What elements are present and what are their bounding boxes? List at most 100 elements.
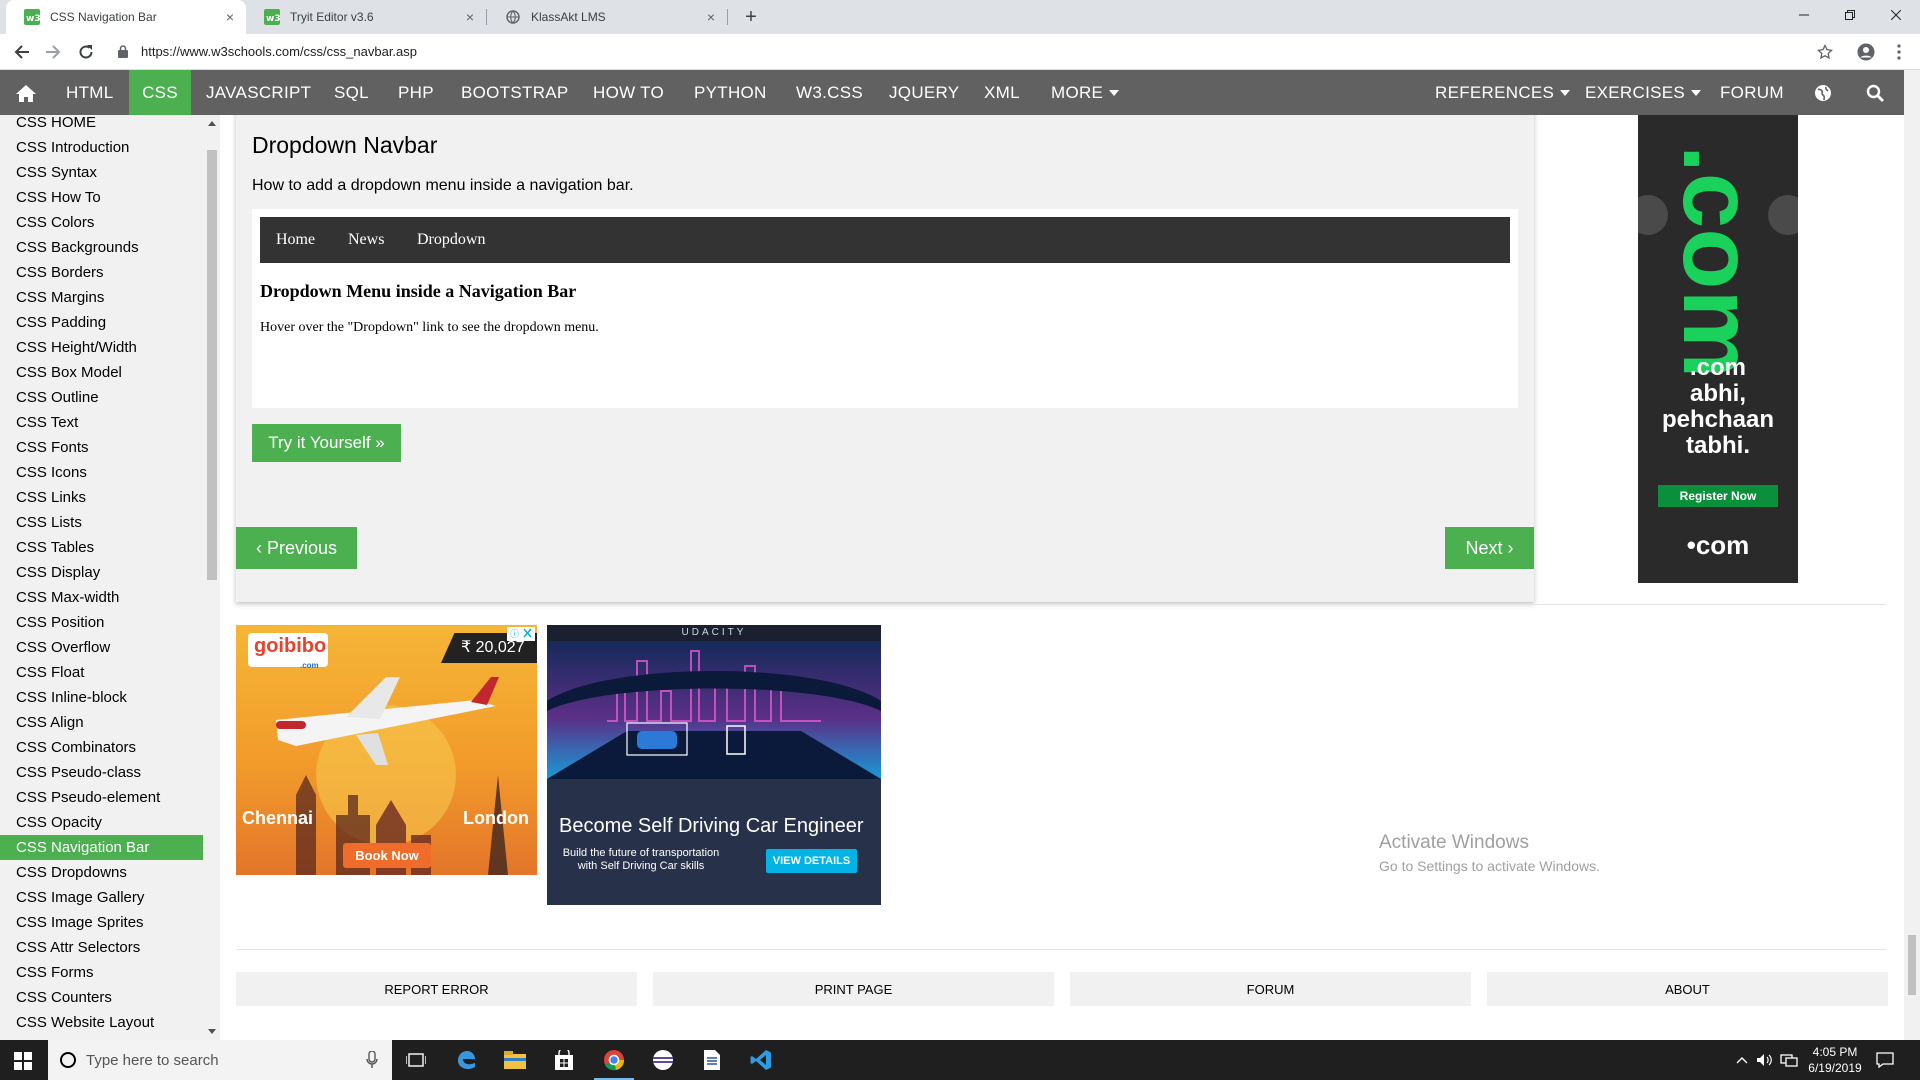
windows-start-icon[interactable]: [14, 1052, 32, 1070]
sidebar-item[interactable]: CSS Pseudo-class: [0, 760, 203, 785]
new-tab-button[interactable]: +: [738, 4, 764, 30]
page-scroll-thumb[interactable]: [1908, 935, 1916, 995]
sidebar-item[interactable]: CSS Syntax: [0, 160, 203, 185]
search-icon[interactable]: [1866, 70, 1884, 115]
book-now-button[interactable]: Book Now: [343, 843, 431, 868]
account-icon[interactable]: [1855, 41, 1877, 63]
sidebar-item[interactable]: CSS Attr Selectors: [0, 935, 203, 960]
store-icon[interactable]: [550, 1046, 578, 1074]
sidebar-item[interactable]: CSS Forms: [0, 960, 203, 985]
sidebar-scroll-thumb[interactable]: [207, 150, 217, 580]
demo-nav-home[interactable]: Home: [276, 231, 315, 249]
sidebar-item[interactable]: CSS Website Layout: [0, 1010, 203, 1035]
dotcom-ad[interactable]: .com .com abhi, pehchaan tabhi. Register…: [1638, 115, 1798, 583]
url-field[interactable]: https://www.w3schools.com/css/css_navbar…: [141, 44, 417, 59]
next-button[interactable]: Next ›: [1445, 527, 1534, 569]
sidebar-item[interactable]: CSS Lists: [0, 510, 203, 535]
sidebar-item[interactable]: CSS Dropdowns: [0, 860, 203, 885]
scroll-down-arrow-icon[interactable]: [208, 1029, 216, 1034]
sidebar-item[interactable]: CSS Navigation Bar: [0, 835, 203, 860]
sidebar-item[interactable]: CSS Introduction: [0, 135, 203, 160]
sidebar-item[interactable]: CSS Margins: [0, 285, 203, 310]
taskbar-clock[interactable]: 4:05 PM 6/19/2019: [1806, 1044, 1864, 1076]
forum-button[interactable]: FORUM: [1070, 972, 1471, 1006]
tab-css-navigation-bar[interactable]: w3 CSS Navigation Bar ×: [6, 0, 246, 34]
sidebar-item[interactable]: CSS Height/Width: [0, 335, 203, 360]
sidebar-item[interactable]: CSS Icons: [0, 460, 203, 485]
print-page-button[interactable]: PRINT PAGE: [653, 972, 1054, 1006]
sidebar-item[interactable]: CSS Counters: [0, 985, 203, 1010]
task-view-icon[interactable]: [402, 1046, 430, 1074]
sidebar-item[interactable]: CSS How To: [0, 185, 203, 210]
demo-nav-dropdown[interactable]: Dropdown: [417, 231, 485, 249]
adchoices-icon[interactable]: ⓘ: [507, 627, 535, 641]
sidebar-item[interactable]: CSS Padding: [0, 310, 203, 335]
nav-xml[interactable]: XML: [984, 70, 1020, 115]
sidebar-item[interactable]: CSS Position: [0, 610, 203, 635]
sidebar-item[interactable]: CSS Image Gallery: [0, 885, 203, 910]
sidebar-item[interactable]: CSS Fonts: [0, 435, 203, 460]
sidebar-item[interactable]: CSS Float: [0, 660, 203, 685]
close-icon[interactable]: ×: [466, 10, 474, 24]
nav-bootstrap[interactable]: BOOTSTRAP: [461, 70, 569, 115]
scroll-up-arrow-icon[interactable]: [208, 121, 216, 126]
sidebar-item[interactable]: CSS Borders: [0, 260, 203, 285]
file-explorer-icon[interactable]: [501, 1046, 529, 1074]
try-it-yourself-button[interactable]: Try it Yourself »: [252, 424, 401, 462]
sidebar-item[interactable]: CSS Text: [0, 410, 203, 435]
sidebar-item[interactable]: CSS Colors: [0, 210, 203, 235]
sidebar-item[interactable]: CSS Overflow: [0, 635, 203, 660]
register-now-button[interactable]: Register Now: [1658, 485, 1778, 507]
nav-python[interactable]: PYTHON: [694, 70, 767, 115]
nav-forum[interactable]: FORUM: [1720, 70, 1784, 115]
close-window-icon[interactable]: [1873, 0, 1919, 30]
menu-dots-icon[interactable]: [1888, 41, 1910, 63]
tray-chevron-icon[interactable]: [1736, 1040, 1748, 1080]
page-scrollbar[interactable]: [1904, 70, 1920, 1040]
volume-icon[interactable]: [1756, 1040, 1772, 1080]
app-icon[interactable]: [649, 1046, 677, 1074]
sidebar-item[interactable]: CSS Box Model: [0, 360, 203, 385]
nav-references[interactable]: REFERENCES: [1435, 70, 1571, 115]
sidebar-item[interactable]: CSS Image Sprites: [0, 910, 203, 935]
previous-button[interactable]: ‹ Previous: [236, 527, 357, 569]
close-icon[interactable]: ×: [226, 10, 234, 24]
sidebar-item[interactable]: CSS Align: [0, 710, 203, 735]
nav-exercises[interactable]: EXERCISES: [1585, 70, 1702, 115]
nav-sql[interactable]: SQL: [334, 70, 369, 115]
udacity-ad[interactable]: UDACITY Become Self Driving Car Engineer…: [547, 625, 881, 905]
sidebar-item[interactable]: CSS Links: [0, 485, 203, 510]
sidebar-item[interactable]: CSS Outline: [0, 385, 203, 410]
document-icon[interactable]: [698, 1046, 726, 1074]
goibibo-ad[interactable]: goibibo .com ₹ 20,027 ⓘ Chennai London Bo…: [236, 625, 537, 875]
sidebar-item[interactable]: CSS Inline-block: [0, 685, 203, 710]
tab-klassakt-lms[interactable]: KlassAkt LMS ×: [487, 0, 727, 34]
reload-icon[interactable]: [74, 40, 98, 64]
sidebar-item[interactable]: CSS Combinators: [0, 735, 203, 760]
taskbar-search-box[interactable]: Type here to search: [48, 1040, 392, 1080]
close-icon[interactable]: ×: [707, 10, 715, 24]
sidebar-item[interactable]: CSS HOME: [0, 115, 203, 135]
report-error-button[interactable]: REPORT ERROR: [236, 972, 637, 1006]
lock-icon[interactable]: [118, 45, 128, 58]
nav-w3css[interactable]: W3.CSS: [796, 70, 863, 115]
nav-php[interactable]: PHP: [398, 70, 434, 115]
nav-how-to[interactable]: HOW TO: [593, 70, 664, 115]
nav-jquery[interactable]: JQUERY: [889, 70, 959, 115]
globe-icon[interactable]: [1814, 70, 1832, 115]
back-arrow-icon[interactable]: [10, 40, 34, 64]
edge-icon[interactable]: [452, 1046, 480, 1074]
home-icon[interactable]: [0, 70, 52, 115]
nav-html[interactable]: HTML: [66, 70, 113, 115]
sidebar-item[interactable]: CSS Tables: [0, 535, 203, 560]
microphone-icon[interactable]: [366, 1051, 378, 1069]
minimize-icon[interactable]: [1781, 0, 1827, 30]
about-button[interactable]: ABOUT: [1487, 972, 1888, 1006]
nav-javascript[interactable]: JAVASCRIPT: [206, 70, 311, 115]
sidebar-item[interactable]: CSS Backgrounds: [0, 235, 203, 260]
chrome-icon[interactable]: [594, 1046, 634, 1080]
forward-arrow-icon[interactable]: [41, 40, 65, 64]
sidebar-item[interactable]: CSS Pseudo-element: [0, 785, 203, 810]
nav-more[interactable]: MORE: [1051, 70, 1120, 115]
view-details-button[interactable]: VIEW DETAILS: [766, 849, 857, 873]
